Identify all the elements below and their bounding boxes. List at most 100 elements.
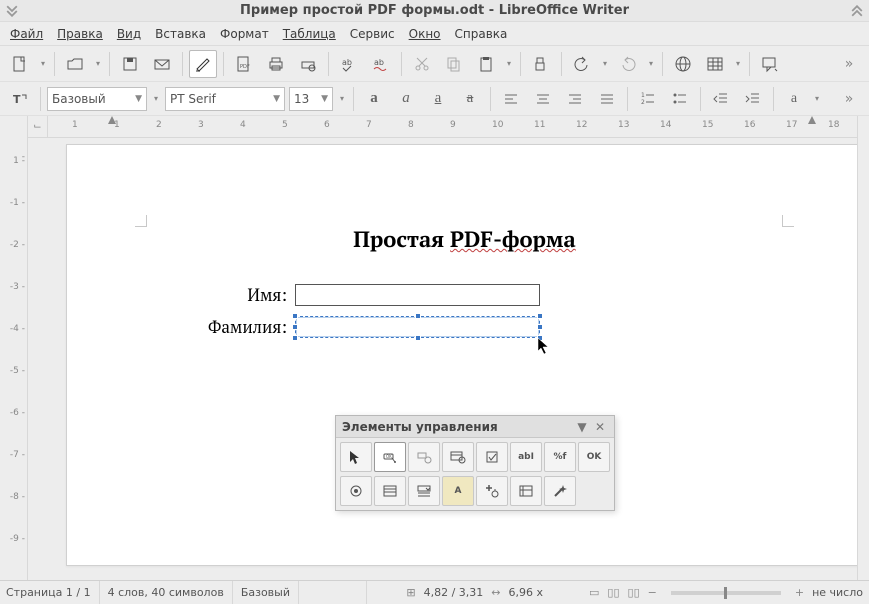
bullet-list-button[interactable] — [666, 85, 694, 113]
document-area[interactable]: Простая PDF-форма Имя: Фамилия: — [28, 138, 857, 580]
radio-button[interactable] — [340, 476, 372, 506]
status-overwrite[interactable]: не число — [812, 586, 863, 599]
menu-edit[interactable]: Правка — [51, 24, 109, 44]
menu-tools[interactable]: Сервис — [344, 24, 401, 44]
undo-dropdown[interactable]: ▾ — [600, 59, 610, 68]
font-size-dropdown[interactable]: ▾ — [337, 94, 347, 103]
spellcheck-button[interactable]: ab — [335, 50, 363, 78]
print-preview-button[interactable] — [294, 50, 322, 78]
menu-file[interactable]: Файл — [4, 24, 49, 44]
open-button[interactable] — [61, 50, 89, 78]
status-words[interactable]: 4 слов, 40 символов — [108, 581, 233, 604]
copy-button[interactable] — [440, 50, 468, 78]
menu-window[interactable]: Окно — [403, 24, 447, 44]
zoom-out-icon[interactable]: − — [648, 586, 657, 599]
toolbar-menu-icon[interactable]: ▼ — [574, 419, 590, 435]
table-dropdown[interactable]: ▾ — [733, 59, 743, 68]
maximize-icon[interactable] — [851, 5, 863, 17]
zoom-in-icon[interactable]: + — [795, 586, 804, 599]
redo-dropdown[interactable]: ▾ — [646, 59, 656, 68]
more-controls-button[interactable] — [476, 476, 508, 506]
close-icon[interactable]: ✕ — [592, 419, 608, 435]
strike-button[interactable]: a — [456, 85, 484, 113]
redo-button[interactable] — [614, 50, 642, 78]
design-mode-button[interactable]: OK — [374, 442, 406, 472]
new-doc-dropdown[interactable]: ▾ — [38, 59, 48, 68]
font-color-button[interactable]: a — [780, 85, 808, 113]
listbox-button[interactable] — [374, 476, 406, 506]
form-navigator-button[interactable] — [510, 476, 542, 506]
save-button[interactable] — [116, 50, 144, 78]
align-justify-button[interactable] — [593, 85, 621, 113]
font-color-dropdown[interactable]: ▾ — [812, 94, 822, 103]
align-left-button[interactable] — [497, 85, 525, 113]
edit-mode-button[interactable] — [189, 50, 217, 78]
format-toolbar-overflow[interactable]: » — [835, 85, 863, 113]
minimize-icon[interactable] — [6, 5, 18, 17]
paragraph-style-dropdown[interactable]: ▾ — [151, 94, 161, 103]
font-size-combo[interactable]: 13▼ — [289, 87, 333, 111]
input-surname[interactable] — [295, 316, 540, 338]
label-surname[interactable]: Фамилия: — [167, 315, 287, 338]
underline-button[interactable]: a — [424, 85, 452, 113]
increase-indent-button[interactable] — [739, 85, 767, 113]
status-style[interactable]: Базовый — [241, 581, 299, 604]
italic-button[interactable]: a — [392, 85, 420, 113]
cut-button[interactable] — [408, 50, 436, 78]
menu-help[interactable]: Справка — [449, 24, 514, 44]
textbox-button[interactable]: abI — [510, 442, 542, 472]
table-button[interactable] — [701, 50, 729, 78]
decrease-indent-button[interactable] — [707, 85, 735, 113]
view-single-page-icon[interactable]: ▭ — [589, 586, 599, 599]
menu-insert[interactable]: Вставка — [149, 24, 212, 44]
export-pdf-button[interactable]: PDF — [230, 50, 258, 78]
email-button[interactable] — [148, 50, 176, 78]
document-heading[interactable]: Простая PDF-форма — [353, 225, 576, 254]
clone-format-button[interactable] — [527, 50, 555, 78]
status-insert-mode-icon[interactable]: ⊞ — [406, 586, 415, 599]
new-doc-button[interactable] — [6, 50, 34, 78]
paste-dropdown[interactable]: ▾ — [504, 59, 514, 68]
window-title: Пример простой PDF формы.odt - LibreOffi… — [240, 3, 629, 18]
status-page[interactable]: Страница 1 / 1 — [6, 581, 100, 604]
status-language[interactable] — [307, 581, 367, 604]
wizard-button[interactable] — [544, 476, 576, 506]
sidebar-strip[interactable] — [857, 116, 869, 580]
combobox-button[interactable] — [408, 476, 440, 506]
label-button[interactable]: A — [442, 476, 474, 506]
view-multi-page-icon[interactable]: ▯▯ — [607, 586, 619, 599]
form-controls-toolbar[interactable]: Элементы управления ▼ ✕ OK abI — [335, 415, 615, 511]
view-book-icon[interactable]: ▯▯ — [628, 586, 640, 599]
numbered-list-button[interactable]: 12 — [634, 85, 662, 113]
styles-button[interactable]: T — [6, 85, 34, 113]
input-name[interactable] — [295, 284, 540, 306]
open-dropdown[interactable]: ▾ — [93, 59, 103, 68]
bold-button[interactable]: a — [360, 85, 388, 113]
align-center-button[interactable] — [529, 85, 557, 113]
select-tool-button[interactable] — [340, 442, 372, 472]
menu-table[interactable]: Таблица — [277, 24, 342, 44]
undo-button[interactable] — [568, 50, 596, 78]
comment-button[interactable] — [756, 50, 784, 78]
pushbutton-button[interactable]: OK — [578, 442, 610, 472]
autospell-button[interactable]: ab — [367, 50, 395, 78]
toolbar-overflow[interactable]: » — [835, 50, 863, 78]
paste-button[interactable] — [472, 50, 500, 78]
form-controls-titlebar[interactable]: Элементы управления ▼ ✕ — [336, 416, 614, 438]
menu-view[interactable]: Вид — [111, 24, 147, 44]
hyperlink-button[interactable] — [669, 50, 697, 78]
label-name[interactable]: Имя: — [167, 283, 287, 306]
toolbar-formatting: T Базовый▼ ▾ PT Serif▼ 13▼ ▾ a a a a 12 … — [0, 82, 869, 116]
font-name-combo[interactable]: PT Serif▼ — [165, 87, 285, 111]
zoom-slider[interactable] — [671, 591, 781, 595]
paragraph-style-combo[interactable]: Базовый▼ — [47, 87, 147, 111]
form-properties-button[interactable] — [442, 442, 474, 472]
formatted-field-button[interactable]: %f — [544, 442, 576, 472]
align-right-button[interactable] — [561, 85, 589, 113]
toolbar-standard: ▾ ▾ PDF ab ab ▾ ▾ ▾ ▾ » — [0, 46, 869, 82]
menu-format[interactable]: Формат — [214, 24, 275, 44]
checkbox-button[interactable] — [476, 442, 508, 472]
print-button[interactable] — [262, 50, 290, 78]
horizontal-ruler[interactable]: 1123456789101112131415161718 — [48, 116, 857, 138]
control-properties-button[interactable] — [408, 442, 440, 472]
